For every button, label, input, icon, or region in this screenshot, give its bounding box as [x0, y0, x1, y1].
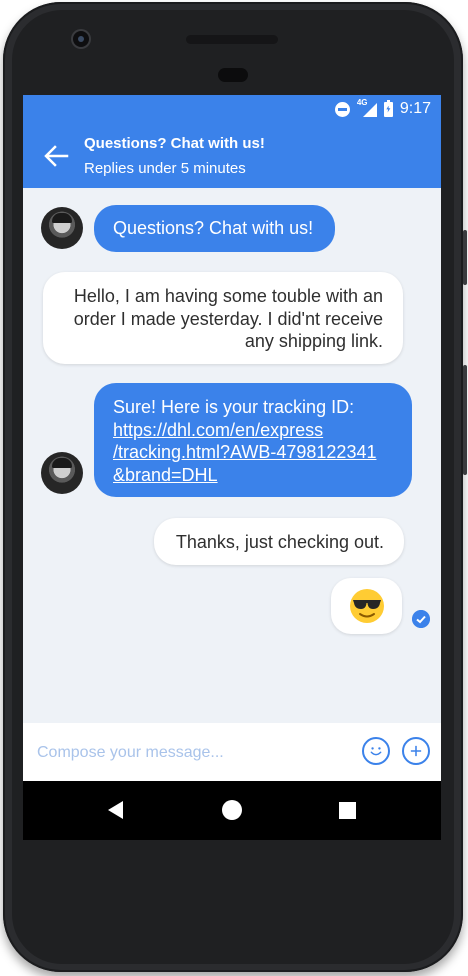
- nav-back-icon[interactable]: [108, 801, 123, 819]
- tracking-link[interactable]: https://dhl.com/en/express /tracking.htm…: [113, 419, 412, 487]
- message-line: order I made yesterday. I did'nt receive: [73, 308, 383, 329]
- front-camera: [73, 31, 89, 47]
- message-text: Questions? Chat with us!: [113, 218, 314, 238]
- chat-subtitle: Replies under 5 minutes: [84, 160, 246, 177]
- message-line: Hello, I am having some touble with an: [73, 286, 383, 306]
- link-line: https://dhl.com/en/express: [113, 419, 324, 440]
- proximity-sensor: [218, 68, 248, 82]
- arrow-left-icon[interactable]: [43, 143, 69, 169]
- message-text: Sure! Here is your tracking ID:: [113, 397, 355, 417]
- chat-header: Questions? Chat with us! Replies under 5…: [23, 123, 441, 188]
- link-line: &brand=DHL: [113, 464, 218, 485]
- user-message: Thanks, just checking out.: [154, 518, 404, 565]
- read-receipt-check-icon: [412, 610, 430, 628]
- volume-button: [463, 365, 467, 475]
- agent-message: Questions? Chat with us!: [94, 205, 335, 252]
- status-bar: 4G 9:17: [23, 95, 441, 123]
- power-button: [463, 230, 467, 285]
- agent-avatar: [41, 207, 83, 249]
- nav-home-icon[interactable]: [222, 800, 242, 820]
- message-text: Thanks, just checking out.: [175, 532, 384, 552]
- android-nav-bar: [23, 781, 441, 840]
- smiling-face-with-sunglasses-icon: [350, 589, 384, 623]
- message-composer: [23, 723, 441, 781]
- message-line: any shipping link.: [244, 331, 383, 351]
- status-time: 9:17: [399, 100, 431, 117]
- compose-input[interactable]: [35, 737, 339, 769]
- do-not-disturb-icon: [334, 101, 350, 117]
- earpiece-speaker: [186, 35, 278, 44]
- smiley-icon[interactable]: [362, 737, 390, 765]
- agent-avatar: [41, 452, 83, 494]
- signal-icon: 4G: [357, 98, 377, 117]
- screen: 4G 9:17 Questions? Chat with us! Replies…: [23, 95, 441, 840]
- link-line: /tracking.html?AWB-4798122341: [113, 442, 377, 462]
- nav-recents-icon[interactable]: [339, 802, 356, 819]
- battery-charging-icon: [383, 99, 393, 117]
- chat-title: Questions? Chat with us!: [84, 135, 265, 152]
- user-message: Hello, I am having some touble with an o…: [43, 272, 403, 364]
- plus-icon[interactable]: [402, 737, 430, 765]
- agent-message: Sure! Here is your tracking ID: https://…: [94, 383, 412, 497]
